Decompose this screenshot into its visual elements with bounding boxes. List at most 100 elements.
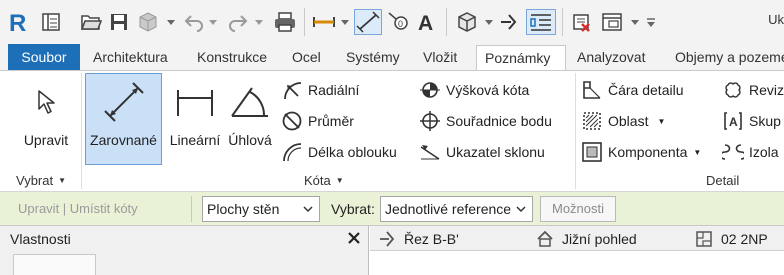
region-icon [581, 110, 603, 132]
switch-windows-icon[interactable] [600, 9, 626, 35]
revision-cloud-button[interactable]: Revize [722, 77, 784, 103]
print-icon[interactable] [272, 9, 298, 35]
3d-view-dropdown-icon[interactable] [484, 15, 494, 29]
arc-length-label: Délka oblouku [308, 144, 397, 160]
3d-view-icon[interactable] [454, 9, 480, 35]
tab-systems[interactable]: Systémy [338, 45, 408, 70]
customize-icon[interactable] [644, 9, 658, 35]
options-button[interactable]: Možnosti [540, 196, 616, 222]
tab-steel[interactable]: Ocel [284, 45, 329, 70]
close-icon[interactable] [345, 228, 363, 248]
detail-group-icon: A [722, 110, 744, 132]
detail-group-button[interactable]: A Skup [722, 108, 781, 134]
svg-text:R: R [9, 10, 26, 35]
diameter-label: Průměr [308, 113, 354, 129]
detail-panel-title-text: Detail [706, 172, 740, 188]
save-icon[interactable] [108, 9, 130, 35]
radial-icon [281, 79, 303, 101]
modify-button[interactable]: Upravit [12, 74, 80, 162]
text-icon[interactable]: A [414, 9, 438, 35]
pick-select[interactable]: Jednotlivé reference [380, 196, 533, 222]
tab-insert[interactable]: Vložit [415, 45, 465, 70]
tab-file[interactable]: Soubor [8, 44, 80, 70]
angular-dimension-icon [228, 74, 272, 130]
angular-dimension-button[interactable]: Úhlová [225, 74, 275, 162]
svg-text:A: A [418, 12, 433, 33]
switch-windows-dropdown-icon[interactable] [630, 15, 640, 29]
detail-line-icon [581, 79, 603, 101]
spot-coordinate-button[interactable]: Souřadnice bodu [419, 108, 552, 134]
angular-label: Úhlová [228, 132, 272, 148]
redo-dropdown-icon[interactable] [254, 15, 264, 29]
section-view-icon [378, 230, 396, 248]
spot-coordinate-icon [419, 110, 441, 132]
tab-massing-site[interactable]: Objemy a pozemek [667, 45, 784, 70]
detail-panel-title: Detail [706, 171, 739, 189]
close-hidden-icon[interactable] [568, 9, 594, 35]
tag-icon[interactable]: 0 [386, 9, 410, 35]
properties-palette: Vlastnosti [0, 226, 369, 275]
detail-group-label: Skup [749, 113, 781, 129]
spot-slope-icon [419, 141, 441, 163]
component-label: Komponenta [608, 144, 688, 160]
app-menu-icon[interactable] [40, 9, 62, 35]
radial-label: Radiální [308, 82, 360, 98]
thin-lines-icon[interactable] [526, 9, 556, 35]
ribbon-panel-area: Upravit Vybrat ▼ Zarovnané Lineární Úhlov… [0, 70, 784, 192]
spot-elevation-icon [419, 79, 441, 101]
pick-select-value: Jednotlivé reference [385, 201, 512, 217]
measure-dropdown-icon[interactable] [340, 15, 350, 29]
detail-line-label: Čára detailu [608, 82, 684, 98]
options-bar: Upravit | Umístit kóty Plochy stěn Vybra… [0, 192, 784, 226]
svg-text:A: A [729, 115, 738, 129]
diameter-dimension-button[interactable]: Průměr [281, 108, 354, 134]
component-button[interactable]: Komponenta ▼ [581, 139, 701, 165]
select-panel-title-text: Vybrat [16, 172, 54, 188]
properties-title: Vlastnosti [10, 231, 71, 247]
component-dropdown-icon[interactable]: ▼ [693, 148, 701, 157]
view-tab-floor-plan-label: 02 2NP [721, 231, 768, 247]
linear-label: Lineární [169, 132, 221, 148]
revision-cloud-icon [722, 79, 744, 101]
linear-dimension-button[interactable]: Lineární [165, 74, 225, 162]
region-dropdown-icon[interactable]: ▼ [657, 117, 665, 126]
tab-structure[interactable]: Konstrukce [189, 45, 275, 70]
select-panel-title[interactable]: Vybrat ▼ [16, 171, 66, 189]
aligned-dimension-icon[interactable] [354, 9, 382, 35]
tab-architecture[interactable]: Architektura [85, 45, 176, 70]
aligned-dimension-button[interactable]: Zarovnané [85, 73, 162, 165]
view-tab-elevation[interactable]: Jižní pohled [536, 228, 637, 250]
reference-select[interactable]: Plochy stěn [202, 196, 320, 222]
redo-icon[interactable] [226, 9, 250, 35]
pointer-icon [36, 74, 56, 130]
section-icon[interactable] [498, 9, 520, 35]
measure-icon[interactable] [310, 9, 338, 35]
type-selector-preview[interactable] [13, 254, 96, 275]
dimension-panel-title[interactable]: Kóta ▼ [304, 171, 344, 189]
revit-logo-icon[interactable]: R [6, 9, 32, 35]
region-label: Oblast [608, 113, 649, 129]
quick-access-toolbar: R 0 A Uk [0, 0, 784, 44]
undo-icon[interactable] [182, 9, 206, 35]
tab-analyze[interactable]: Analyzovat [569, 45, 653, 70]
spot-slope-button[interactable]: Ukazatel sklonu [419, 139, 545, 165]
arc-length-dimension-button[interactable]: Délka oblouku [281, 139, 397, 165]
drawing-canvas[interactable] [370, 251, 784, 275]
spot-elevation-button[interactable]: Výšková kóta [419, 77, 529, 103]
view-tab-section[interactable]: Řez B-B' [378, 228, 459, 250]
detail-line-button[interactable]: Čára detailu [581, 77, 684, 103]
open-icon[interactable] [80, 9, 102, 35]
radial-dimension-button[interactable]: Radiální [281, 77, 359, 103]
view-tab-floor-plan[interactable]: 02 2NP [695, 228, 768, 250]
sync-dropdown-icon[interactable] [166, 15, 176, 29]
tab-annotate[interactable]: Poznámky [476, 45, 566, 71]
insulation-button[interactable]: Izola [722, 139, 779, 165]
region-button[interactable]: Oblast ▼ [581, 108, 665, 134]
reference-select-value: Plochy stěn [207, 201, 280, 217]
sync-icon[interactable] [136, 9, 160, 35]
insulation-label: Izola [749, 144, 779, 160]
chevron-down-icon [515, 197, 527, 221]
undo-dropdown-icon[interactable] [208, 15, 218, 29]
modify-label: Upravit [23, 132, 69, 148]
arc-length-icon [281, 141, 303, 163]
